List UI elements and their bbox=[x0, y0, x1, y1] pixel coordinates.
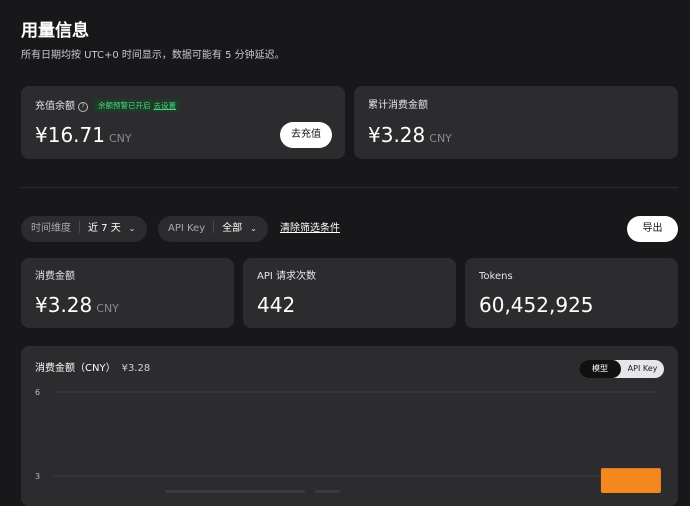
total-spend-unit: CNY bbox=[429, 132, 452, 145]
stat-card-tokens: Tokens 60,452,925 bbox=[465, 258, 678, 328]
stat-label: Tokens bbox=[479, 271, 513, 282]
spend-bar-chart: 63 bbox=[35, 388, 661, 493]
balance-label-row: 充值余额? 余额预警已开启 去设置 bbox=[35, 99, 180, 114]
chevron-down-icon: ⌄ bbox=[250, 224, 257, 233]
balance-value-row: ¥16.71 CNY bbox=[35, 123, 132, 151]
y-tick-label: 3 bbox=[35, 472, 40, 481]
page-title: 用量信息 bbox=[21, 21, 89, 41]
page-subtitle: 所有日期均按 UTC+0 时间显示，数据可能有 5 分钟延迟。 bbox=[21, 50, 285, 61]
balance-value: ¥16.71 bbox=[35, 123, 105, 147]
time-range-select[interactable]: 时间维度 近 7 天 ⌄ bbox=[21, 216, 147, 242]
stat-value: ¥3.28 bbox=[35, 293, 93, 317]
spend-chart-card: 消费金额（CNY） ¥3.28 模型 API Key 63 bbox=[21, 346, 678, 506]
clear-filters-link[interactable]: 清除筛选条件 bbox=[280, 216, 340, 242]
balance-label: 充值余额 bbox=[35, 101, 75, 112]
total-spend-value-row: ¥3.28 CNY bbox=[368, 123, 452, 151]
stat-card-requests: API 请求次数 442 bbox=[243, 258, 456, 328]
balance-card: 充值余额? 余额预警已开启 去设置 ¥16.71 CNY 去充值 bbox=[21, 86, 345, 159]
section-divider bbox=[21, 187, 678, 188]
total-spend-value: ¥3.28 bbox=[368, 123, 426, 147]
api-key-filter-label: API Key bbox=[168, 223, 206, 234]
balance-alert-text: 余额预警已开启 bbox=[98, 101, 151, 110]
time-range-value: 近 7 天 bbox=[88, 223, 121, 234]
stat-unit: CNY bbox=[96, 302, 119, 315]
balance-alert-settings-link[interactable]: 去设置 bbox=[154, 101, 177, 110]
total-spend-label: 累计消费金额 bbox=[368, 100, 428, 111]
recharge-button[interactable]: 去充值 bbox=[280, 122, 332, 148]
time-range-label: 时间维度 bbox=[31, 223, 71, 234]
stat-value: 442 bbox=[257, 293, 296, 317]
balance-unit: CNY bbox=[108, 132, 132, 145]
filter-separator bbox=[213, 221, 215, 233]
stat-label: 消费金额 bbox=[35, 271, 75, 282]
filter-separator bbox=[79, 221, 80, 233]
stat-value-row: ¥3.28 CNY bbox=[35, 293, 119, 321]
chart-bar[interactable] bbox=[600, 468, 661, 493]
chevron-down-icon: ⌄ bbox=[128, 224, 136, 233]
balance-alert-badge: 余额预警已开启 去设置 bbox=[94, 99, 180, 112]
stat-value: 60,452,925 bbox=[479, 293, 594, 317]
export-button[interactable]: 导出 bbox=[627, 216, 678, 242]
stat-card-spend: 消费金额 ¥3.28 CNY bbox=[21, 258, 234, 328]
api-key-filter-value: 全部 bbox=[222, 223, 243, 234]
y-tick-label: 6 bbox=[35, 388, 40, 397]
api-key-select[interactable]: API Key 全部 ⌄ bbox=[158, 216, 268, 242]
question-circle-icon[interactable]: ? bbox=[78, 102, 88, 112]
stat-label: API 请求次数 bbox=[257, 271, 316, 282]
total-spend-card: 累计消费金额 ¥3.28 CNY bbox=[354, 86, 678, 159]
